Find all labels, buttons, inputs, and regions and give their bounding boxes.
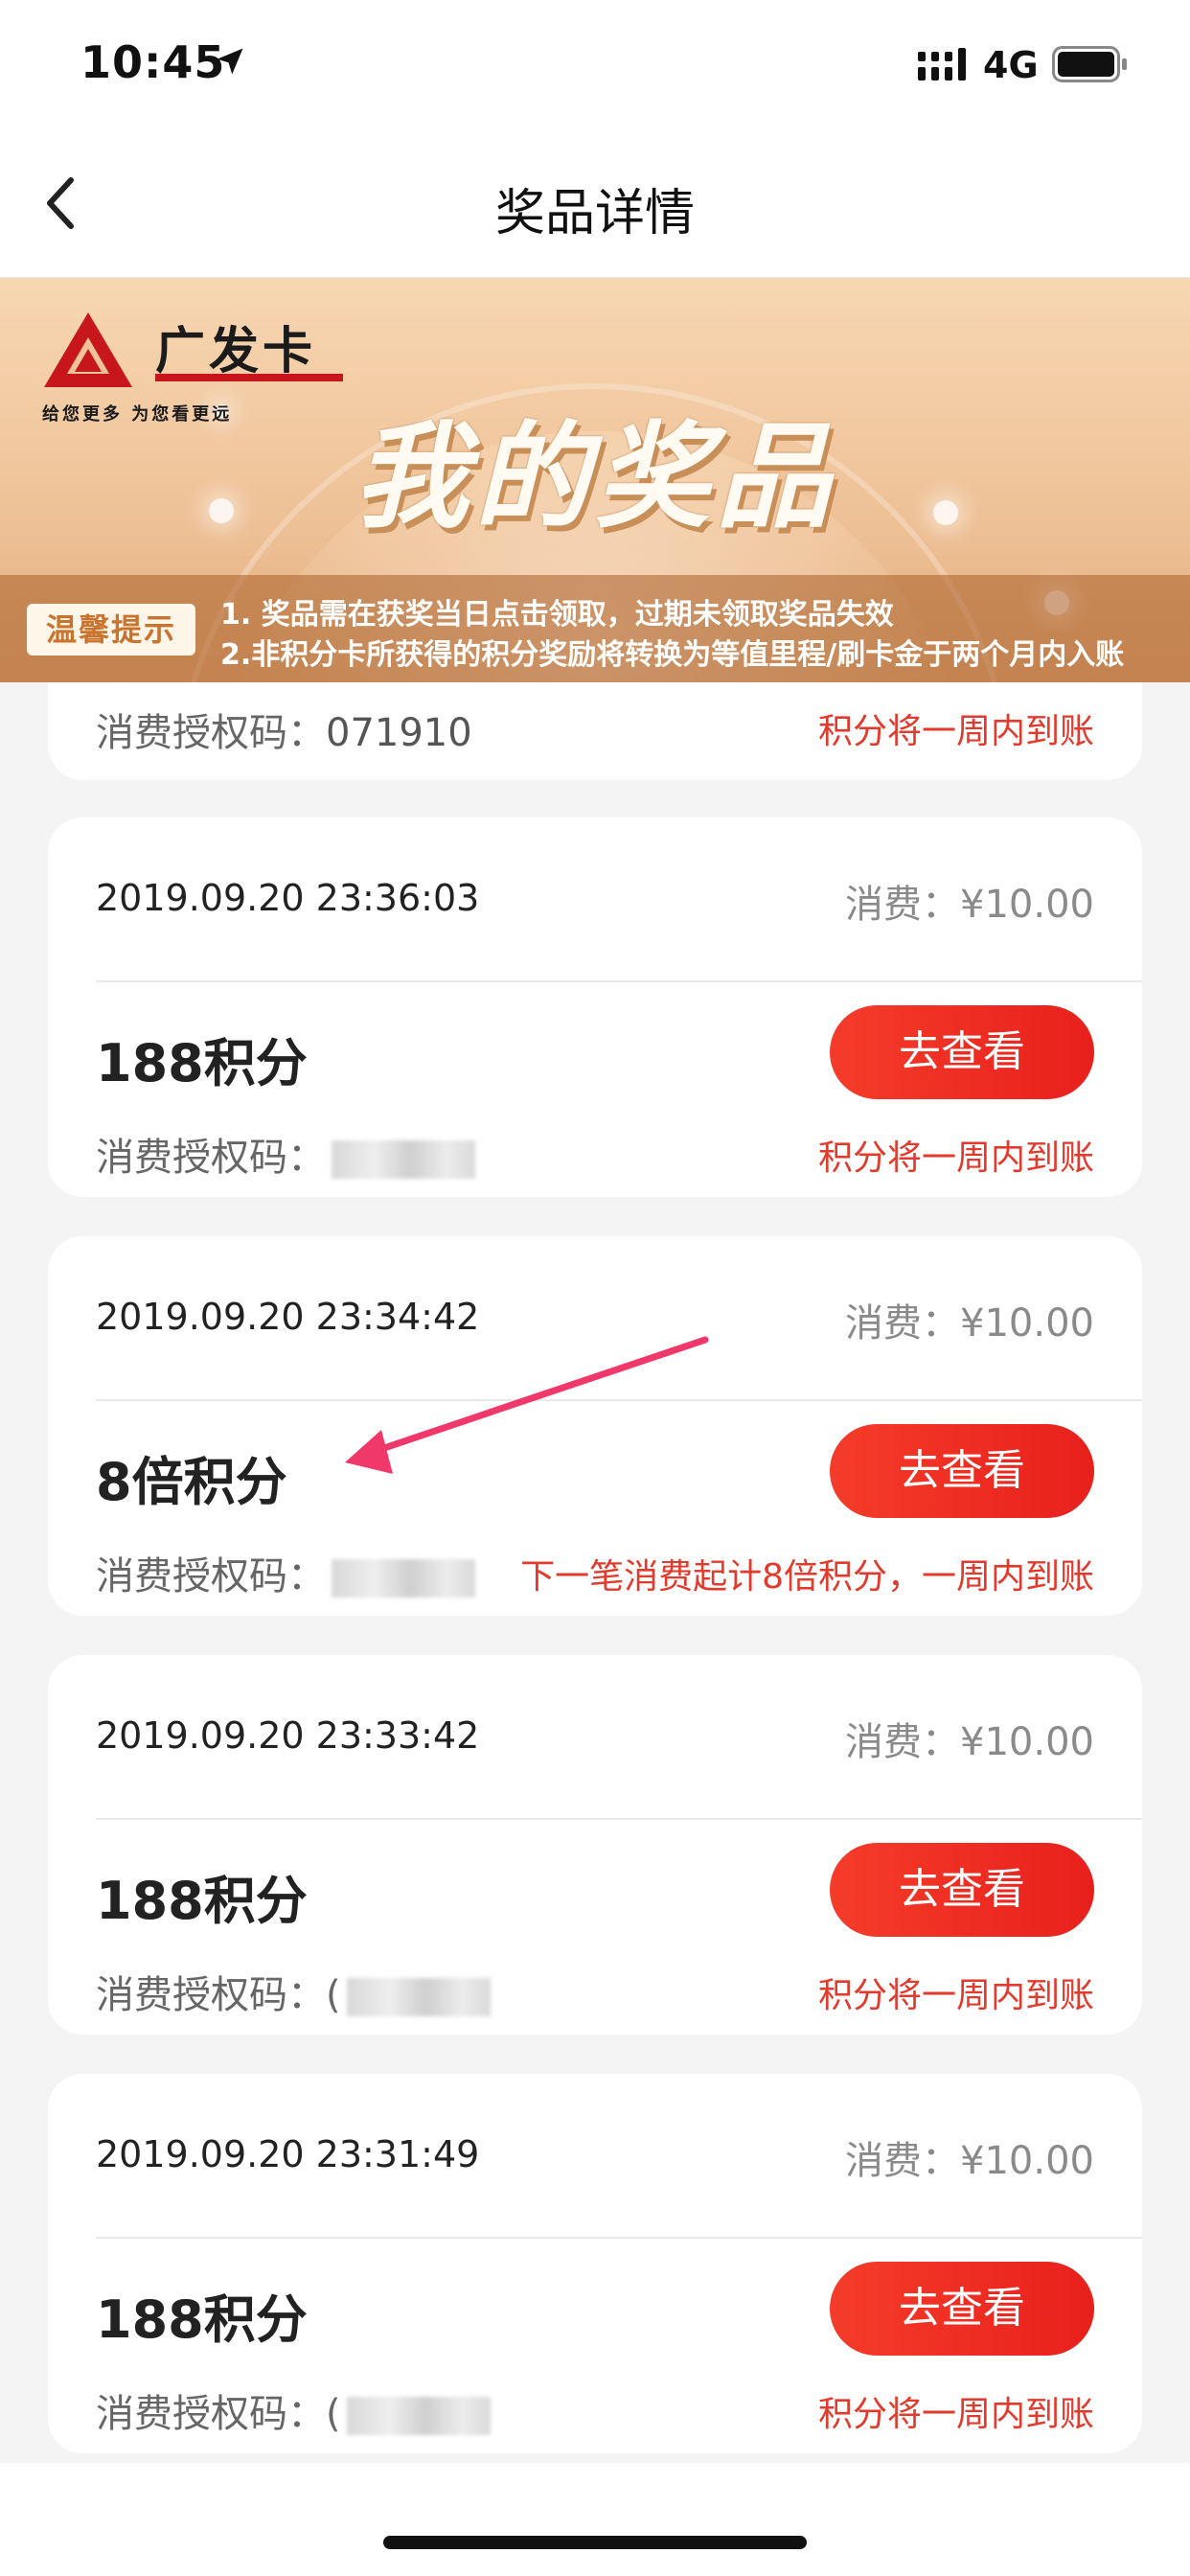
network-type: 4G xyxy=(983,44,1039,86)
prize-card: 2019.09.20 23:33:42 消费：¥10.00 188积分 去查看 … xyxy=(48,1655,1142,2035)
phone-screen: 10:45 4G 奖品详情 广发卡 给您更多 为您看更远 我的奖品 温馨提示 1… xyxy=(0,0,1190,2576)
prize-card-partial: 消费授权码：071910 积分将一周内到账 xyxy=(48,682,1142,780)
fee-label: 消费： xyxy=(845,2139,961,2183)
brand-underline xyxy=(155,374,343,381)
brand-name: 广发卡 xyxy=(155,323,317,380)
auth-code: 消费授权码：( xyxy=(96,1964,491,2019)
card-fee: 消费：¥10.00 xyxy=(845,2129,1094,2185)
card-divider xyxy=(96,1818,1142,1820)
auth-code: 消费授权码：071910 xyxy=(96,702,472,757)
location-arrow-icon xyxy=(217,48,243,75)
view-prize-button[interactable]: 去查看 xyxy=(830,2262,1094,2356)
prize-card: 2019.09.20 23:34:42 消费：¥10.00 8倍积分 去查看 消… xyxy=(48,1236,1142,1616)
fee-label: 消费： xyxy=(845,883,961,927)
prize-name: 188积分 xyxy=(96,2289,308,2350)
fee-amount: ¥10.00 xyxy=(960,2139,1094,2183)
auth-code-value: 071910 xyxy=(326,711,472,755)
card-divider xyxy=(96,980,1142,982)
redacted-code xyxy=(332,1140,475,1179)
auth-code-label: 消费授权码：( xyxy=(96,1973,341,2017)
card-fee: 消费：¥10.00 xyxy=(845,1292,1094,1347)
prize-card: 2019.09.20 23:31:49 消费：¥10.00 188积分 去查看 … xyxy=(48,2074,1142,2453)
fee-label: 消费： xyxy=(845,1720,961,1764)
auth-code-label: 消费授权码：( xyxy=(96,2392,341,2436)
arrival-note: 积分将一周内到账 xyxy=(817,712,1094,751)
battery-icon xyxy=(1052,46,1127,82)
redacted-code xyxy=(346,1978,491,2016)
card-timestamp: 2019.09.20 23:33:42 xyxy=(96,1714,480,1757)
status-time: 10:45 xyxy=(80,36,226,88)
view-prize-button[interactable]: 去查看 xyxy=(830,1005,1094,1099)
auth-code: 消费授权码： xyxy=(96,1126,475,1182)
arrival-note: 下一笔消费起计8倍积分，一周内到账 xyxy=(520,1557,1094,1597)
arrival-note: 积分将一周内到账 xyxy=(817,2395,1094,2434)
card-timestamp: 2019.09.20 23:34:42 xyxy=(96,1296,480,1338)
auth-code-label: 消费授权码： xyxy=(96,1136,326,1180)
view-prize-button[interactable]: 去查看 xyxy=(830,1424,1094,1518)
signal-icon xyxy=(918,48,966,80)
auth-code: 消费授权码：( xyxy=(96,2382,491,2438)
tip-line-1: 1. 奖品需在获奖当日点击领取，过期未领取奖品失效 xyxy=(220,598,894,632)
redacted-code xyxy=(332,1559,475,1598)
card-timestamp: 2019.09.20 23:36:03 xyxy=(96,877,480,919)
fee-amount: ¥10.00 xyxy=(960,883,1094,927)
view-prize-button[interactable]: 去查看 xyxy=(830,1843,1094,1937)
cgb-logo-icon xyxy=(44,312,132,387)
bottom-safe-area xyxy=(0,2463,1190,2576)
fee-label: 消费： xyxy=(845,1301,961,1346)
arrival-note: 积分将一周内到账 xyxy=(817,1976,1094,2015)
page-title: 奖品详情 xyxy=(494,185,695,242)
card-timestamp: 2019.09.20 23:31:49 xyxy=(96,2133,480,2175)
auth-code-label: 消费授权码： xyxy=(96,1554,326,1598)
prize-name: 188积分 xyxy=(96,1871,308,1931)
status-bar: 10:45 4G xyxy=(0,0,1190,125)
prize-card: 2019.09.20 23:36:03 消费：¥10.00 188积分 去查看 … xyxy=(48,817,1142,1197)
fee-amount: ¥10.00 xyxy=(960,1301,1094,1346)
tip-badge: 温馨提示 xyxy=(27,604,195,656)
tip-line-2: 2.非积分卡所获得的积分奖励将转换为等值里程/刷卡金于两个月内入账 xyxy=(220,638,1125,672)
auth-code: 消费授权码： xyxy=(96,1545,475,1600)
prize-name: 8倍积分 xyxy=(96,1452,287,1512)
prize-name: 188积分 xyxy=(96,1033,308,1093)
nav-bar: 奖品详情 xyxy=(0,125,1190,278)
card-divider xyxy=(96,2237,1142,2239)
arrival-note: 积分将一周内到账 xyxy=(817,1138,1094,1178)
auth-code-label: 消费授权码： xyxy=(96,711,326,755)
redacted-code xyxy=(346,2397,491,2435)
tip-bar: 温馨提示 1. 奖品需在获奖当日点击领取，过期未领取奖品失效 2.非积分卡所获得… xyxy=(0,575,1190,682)
fee-amount: ¥10.00 xyxy=(960,1720,1094,1764)
prize-banner: 广发卡 给您更多 为您看更远 我的奖品 温馨提示 1. 奖品需在获奖当日点击领取… xyxy=(0,278,1190,682)
card-fee: 消费：¥10.00 xyxy=(845,873,1094,929)
card-fee: 消费：¥10.00 xyxy=(845,1711,1094,1766)
banner-title: 我的奖品 xyxy=(354,411,836,544)
card-divider xyxy=(96,1399,1142,1401)
home-indicator[interactable] xyxy=(383,2536,807,2549)
